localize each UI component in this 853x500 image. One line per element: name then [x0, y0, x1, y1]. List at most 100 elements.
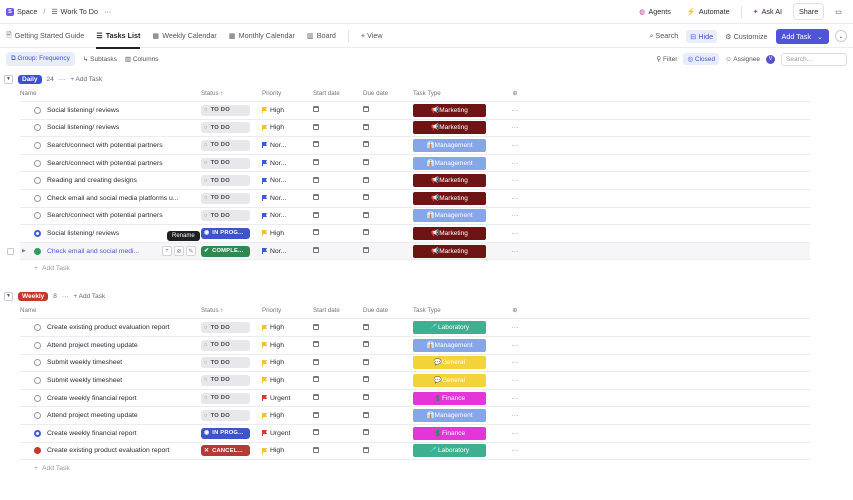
task-name[interactable]: Submit weekly timesheet	[47, 359, 122, 366]
status-badge[interactable]: ✕ CANCEL...	[201, 445, 250, 457]
row-more-icon[interactable]: ···	[503, 447, 527, 454]
tag-icon[interactable]: ⊘	[174, 246, 184, 257]
chevron-down-icon[interactable]: ▼	[4, 74, 13, 84]
col-start-date[interactable]: Start date	[312, 90, 362, 97]
task-type-cell[interactable]: 📢Marketing	[413, 226, 503, 240]
table-row[interactable]: Social listening/ reviews ◌ TO DO High 📢M…	[20, 102, 810, 120]
table-row[interactable]: Submit weekly timesheet ◌ TO DO High 💬Gen…	[20, 355, 810, 373]
search-button[interactable]: ⌕ Search	[649, 31, 678, 41]
share-button[interactable]: Share	[793, 3, 825, 20]
collapse-icon[interactable]: ⌄	[835, 30, 847, 42]
chevron-down-icon[interactable]: ▼	[4, 291, 13, 301]
add-task-row[interactable]: + Add Task	[20, 260, 853, 277]
due-date-cell[interactable]	[362, 394, 413, 402]
group-more-icon[interactable]: ···	[62, 293, 69, 300]
due-date-cell[interactable]	[362, 141, 413, 149]
priority-cell[interactable]: High	[261, 377, 312, 384]
col-start-date[interactable]: Start date	[312, 307, 362, 314]
priority-cell[interactable]: High	[261, 359, 312, 366]
columns-button[interactable]: ▥ Columns	[125, 55, 159, 63]
group-tag[interactable]: Weekly	[18, 291, 49, 301]
table-row[interactable]: Create weekly financial report ◌ TO DO Ur…	[20, 390, 810, 408]
status-cell[interactable]: ◌ TO DO	[200, 175, 261, 187]
closed-button[interactable]: ◎ Closed	[683, 53, 720, 65]
task-name[interactable]: Social listening/ reviews	[47, 107, 119, 114]
table-row[interactable]: Check email and social media platforms u…	[20, 190, 810, 208]
task-name-cell[interactable]: Reading and creating designs	[20, 177, 200, 185]
priority-cell[interactable]: High	[261, 230, 312, 237]
status-badge[interactable]: ◌ TO DO	[201, 122, 250, 134]
priority-cell[interactable]: Urgent	[261, 395, 312, 402]
row-more-icon[interactable]: ···	[503, 377, 527, 384]
start-date-cell[interactable]	[312, 376, 362, 384]
group-add-task[interactable]: + Add Task	[73, 293, 105, 300]
due-date-cell[interactable]	[362, 247, 413, 255]
status-circle-icon[interactable]	[34, 359, 41, 367]
row-checkbox[interactable]	[7, 247, 14, 255]
status-badge[interactable]: ◌ TO DO	[201, 339, 250, 351]
priority-cell[interactable]: Nor...	[261, 212, 312, 219]
table-row[interactable]: Search/connect with potential partners ◌…	[20, 155, 810, 173]
status-badge[interactable]: ◉ IN PROG...	[201, 427, 250, 439]
status-cell[interactable]: ◌ TO DO	[200, 139, 261, 151]
status-circle-icon[interactable]	[34, 212, 41, 220]
status-badge[interactable]: ◌ TO DO	[201, 322, 250, 334]
due-date-cell[interactable]	[362, 106, 413, 114]
task-type-cell[interactable]: 🧪Laboratory	[413, 444, 503, 458]
priority-cell[interactable]: Nor...	[261, 160, 312, 167]
due-date-cell[interactable]	[362, 176, 413, 185]
status-circle-icon[interactable]	[34, 124, 41, 132]
table-row[interactable]: Search/connect with potential partners ◌…	[20, 137, 810, 155]
task-type-cell[interactable]: 📢Marketing	[413, 174, 503, 188]
status-badge[interactable]: ◉ IN PROG...	[201, 227, 250, 239]
table-row[interactable]: Reading and creating designs ◌ TO DO Nor.…	[20, 172, 810, 190]
tab-monthly-calendar[interactable]: ▦ Monthly Calendar	[229, 24, 295, 48]
status-badge[interactable]: ◌ TO DO	[201, 175, 250, 187]
priority-cell[interactable]: High	[261, 447, 312, 454]
start-date-cell[interactable]	[312, 106, 362, 114]
col-priority[interactable]: Priority	[261, 307, 312, 314]
task-type-cell[interactable]: 📢Marketing	[413, 191, 503, 205]
task-type-tag[interactable]: 💲Finance	[413, 426, 486, 440]
task-type-tag[interactable]: 👔Management	[413, 409, 486, 423]
priority-cell[interactable]: High	[261, 324, 312, 331]
task-type-cell[interactable]: 👔Management	[413, 138, 503, 152]
customize-button[interactable]: ⚙ Customize	[725, 32, 767, 41]
group-tag[interactable]: Daily	[18, 74, 42, 84]
row-more-icon[interactable]: ···	[503, 324, 527, 331]
status-circle-icon[interactable]	[34, 412, 41, 420]
task-name-cell[interactable]: Attend project meeting update	[20, 412, 200, 420]
status-circle-icon[interactable]	[34, 341, 41, 349]
task-type-tag[interactable]: 👔Management	[413, 138, 486, 152]
table-row[interactable]: Search/connect with potential partners ◌…	[20, 208, 810, 226]
start-date-cell[interactable]	[312, 429, 362, 437]
more-icon[interactable]: ···	[104, 7, 111, 16]
group-by-button[interactable]: ⧉ Group: Frequency	[6, 52, 75, 66]
task-name-cell[interactable]: Search/connect with potential partners	[20, 159, 200, 167]
task-name[interactable]: Create existing product evaluation repor…	[47, 324, 169, 331]
chevron-down-icon[interactable]: ⌄	[817, 32, 823, 41]
status-circle-icon[interactable]	[34, 447, 41, 455]
status-cell[interactable]: ◉ IN PROG...	[200, 427, 261, 439]
start-date-cell[interactable]	[312, 411, 362, 420]
task-type-tag[interactable]: 💬General	[413, 373, 486, 387]
col-name[interactable]: Name	[20, 90, 200, 97]
due-date-cell[interactable]	[362, 358, 413, 367]
row-more-icon[interactable]: ···	[503, 412, 527, 419]
add-column-icon[interactable]: ⊕	[503, 307, 527, 314]
task-name-cell[interactable]: Submit weekly timesheet	[20, 376, 200, 384]
task-name[interactable]: Social listening/ reviews	[47, 230, 119, 237]
task-type-tag[interactable]: 📢Marketing	[413, 121, 486, 135]
task-name[interactable]: Reading and creating designs	[47, 177, 137, 184]
start-date-cell[interactable]	[312, 323, 362, 332]
due-date-cell[interactable]	[362, 376, 413, 384]
task-type-tag[interactable]: 📢Marketing	[413, 174, 486, 188]
task-name-cell[interactable]: Create weekly financial report	[20, 429, 200, 437]
task-name[interactable]: Social listening/ reviews	[47, 124, 119, 131]
status-badge[interactable]: ◌ TO DO	[201, 374, 250, 386]
status-cell[interactable]: ◌ TO DO	[200, 374, 261, 386]
hide-button[interactable]: ⊟ Hide	[686, 29, 718, 43]
row-more-icon[interactable]: ···	[503, 248, 527, 255]
task-name-cell[interactable]: Social listening/ reviews	[20, 106, 200, 114]
task-name[interactable]: Create weekly financial report	[47, 430, 137, 437]
